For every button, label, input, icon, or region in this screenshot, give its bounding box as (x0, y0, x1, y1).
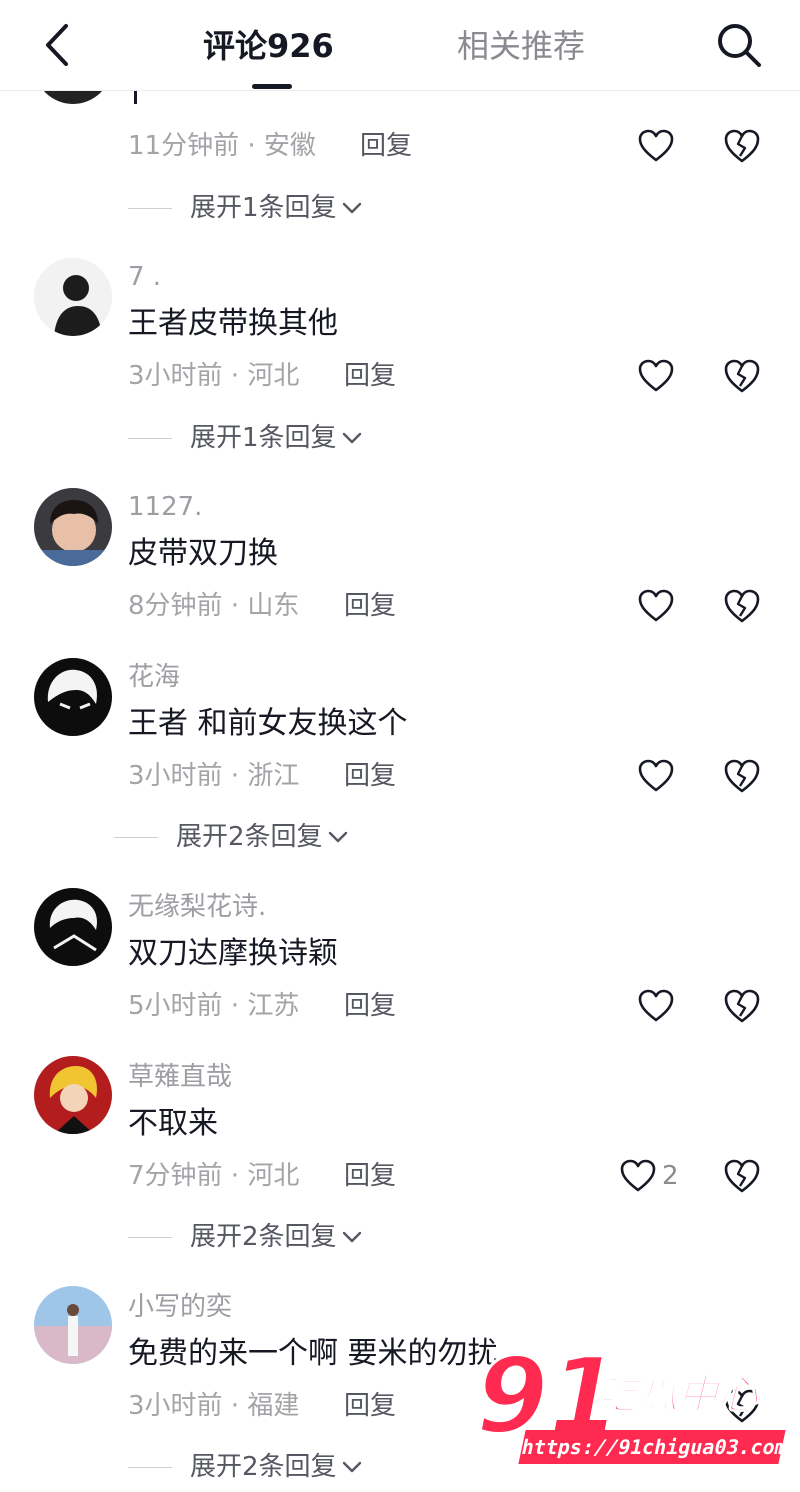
avatar[interactable] (34, 1286, 112, 1364)
dislike-button[interactable] (722, 356, 762, 396)
divider (128, 1466, 172, 1468)
expand-replies-button[interactable]: 展开2条回复 (128, 1447, 363, 1487)
tab-active-indicator (252, 84, 292, 89)
heart-icon (638, 989, 674, 1022)
chevron-down-icon (342, 202, 361, 214)
comment-username[interactable]: 小写的奕 (128, 1290, 232, 1324)
comment-location: 浙江 (247, 761, 300, 791)
expand-replies-label: 展开1条回复 (190, 193, 337, 223)
dislike-button[interactable] (722, 586, 762, 626)
tab-related[interactable]: 相关推荐 (457, 24, 585, 68)
expand-replies-button[interactable]: 展开2条回复 (128, 1217, 363, 1257)
avatar[interactable] (34, 658, 112, 736)
broken-heart-icon (724, 129, 760, 163)
expand-replies-label: 展开2条回复 (190, 1452, 337, 1482)
divider (128, 437, 172, 439)
comment-time: 11分钟前 · 安徽 (128, 131, 316, 161)
reply-button[interactable]: 回复 (344, 1159, 396, 1193)
avatar[interactable] (34, 488, 112, 566)
dislike-button[interactable] (722, 126, 762, 166)
comment-username[interactable]: 1127. (128, 490, 202, 524)
dislike-button[interactable] (722, 986, 762, 1026)
broken-heart-icon (724, 589, 760, 623)
comment-content: 王者皮带换其他 (128, 306, 338, 341)
broken-heart-icon (724, 989, 760, 1023)
like-button[interactable] (638, 126, 674, 166)
expand-replies-button[interactable]: 展开2条回复 (114, 817, 349, 857)
broken-heart-icon (724, 759, 760, 793)
reply-button[interactable]: 回复 (344, 989, 396, 1023)
broken-heart-icon (724, 359, 760, 393)
avatar[interactable] (34, 1056, 112, 1134)
comment-content: 皮带双刀换 (128, 536, 278, 571)
comment-username[interactable]: 花海 (128, 660, 180, 694)
comment-content: 不取来 (128, 1106, 218, 1141)
like-button[interactable] (638, 756, 674, 796)
expand-replies-label: 展开2条回复 (176, 822, 323, 852)
heart-icon (638, 129, 674, 162)
avatar[interactable] (34, 258, 112, 336)
comment-username[interactable]: 7 . (128, 260, 161, 294)
comment-time: 7分钟前 · 河北 (128, 1161, 300, 1191)
reply-button[interactable]: 回复 (344, 1389, 396, 1423)
comment-content: 双刀达摩换诗颖 (128, 936, 338, 971)
comment-username[interactable]: 草薙直哉 (128, 1060, 232, 1094)
reply-button[interactable]: 回复 (344, 359, 396, 393)
divider (128, 1236, 172, 1238)
comment-text-fragment (134, 90, 137, 104)
like-button[interactable] (638, 986, 674, 1026)
broken-heart-icon (724, 1159, 760, 1193)
comment-username[interactable]: 无缘梨花诗. (128, 890, 266, 924)
comment-content: 免费的来一个啊 要米的勿扰 (128, 1336, 498, 1371)
chevron-down-icon (328, 831, 347, 843)
back-button[interactable] (38, 22, 78, 68)
chevron-down-icon (342, 1231, 361, 1243)
heart-icon (638, 359, 674, 392)
watermark-logo: 91 吃瓜中心 https://91chigua03.com (470, 1335, 790, 1478)
avatar[interactable] (34, 888, 112, 966)
comment-location: 河北 (247, 1161, 300, 1191)
comment-location: 河北 (247, 361, 300, 391)
watermark-url: https://91chigua03.com (518, 1430, 789, 1464)
like-count: 2 (662, 1161, 679, 1191)
comment-time: 3小时前 · 浙江 (128, 761, 300, 791)
heart-icon (638, 589, 674, 622)
comment-location: 安徽 (263, 131, 316, 161)
comment-time: 8分钟前 · 山东 (128, 591, 300, 621)
reply-button[interactable]: 回复 (360, 129, 412, 163)
like-button[interactable] (638, 586, 674, 626)
divider (114, 836, 158, 838)
comment-content: 王者 和前女友换这个 (128, 706, 408, 741)
expand-replies-label: 展开1条回复 (190, 423, 337, 453)
reply-button[interactable]: 回复 (344, 759, 396, 793)
comment-location: 福建 (247, 1391, 300, 1421)
comment-location: 山东 (247, 591, 300, 621)
watermark-title: 吃瓜中心 (597, 1371, 759, 1419)
dislike-button[interactable] (722, 756, 762, 796)
heart-icon (638, 759, 674, 792)
chevron-down-icon (342, 1461, 361, 1473)
tab-comments[interactable]: 评论926 (203, 24, 334, 68)
chevron-left-icon (46, 24, 68, 66)
top-bar: 评论926 相关推荐 (0, 0, 800, 91)
expand-replies-label: 展开2条回复 (190, 1222, 337, 1252)
comment-location: 江苏 (247, 991, 300, 1021)
search-button[interactable] (714, 20, 764, 70)
like-button[interactable] (638, 356, 674, 396)
comment-time: 3小时前 · 河北 (128, 361, 300, 391)
divider (128, 207, 172, 209)
like-button[interactable]: 2 (620, 1156, 679, 1196)
expand-replies-button[interactable]: 展开1条回复 (128, 418, 363, 458)
comment-time: 3小时前 · 福建 (128, 1391, 300, 1421)
reply-button[interactable]: 回复 (344, 589, 396, 623)
comment-time: 5小时前 · 江苏 (128, 991, 300, 1021)
dislike-button[interactable] (722, 1156, 762, 1196)
expand-replies-button[interactable]: 展开1条回复 (128, 188, 363, 228)
search-icon (718, 24, 761, 67)
chevron-down-icon (342, 432, 361, 444)
heart-icon (620, 1159, 656, 1192)
